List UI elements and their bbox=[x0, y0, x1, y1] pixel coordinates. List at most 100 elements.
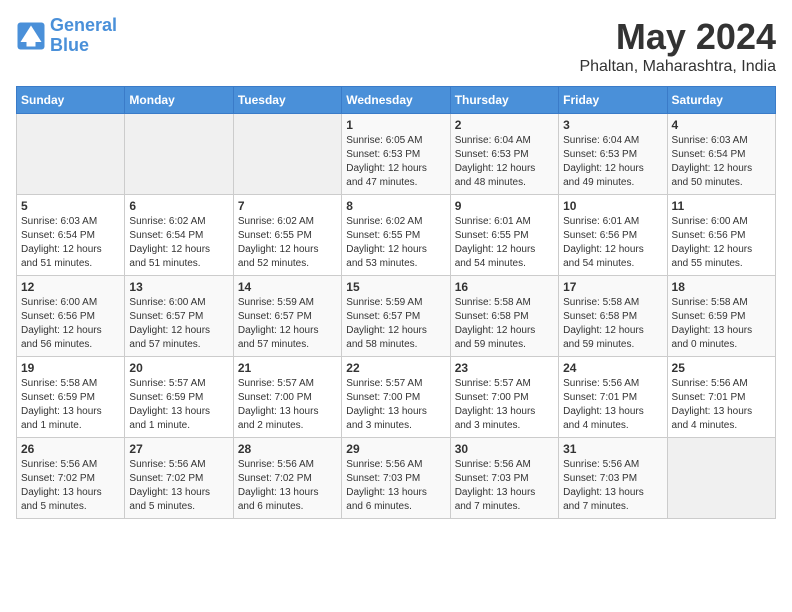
day-info: Sunrise: 5:58 AM Sunset: 6:59 PM Dayligh… bbox=[672, 296, 771, 352]
logo-icon bbox=[16, 21, 46, 51]
day-number: 28 bbox=[238, 442, 337, 456]
day-cell: 26 Sunrise: 5:56 AM Sunset: 7:02 PM Dayli… bbox=[17, 438, 125, 519]
day-info: Sunrise: 5:56 AM Sunset: 7:03 PM Dayligh… bbox=[455, 458, 554, 514]
page-header: General Blue May 2024 Phaltan, Maharasht… bbox=[16, 16, 776, 76]
day-info: Sunrise: 5:57 AM Sunset: 7:00 PM Dayligh… bbox=[238, 377, 337, 433]
day-cell: 5 Sunrise: 6:03 AM Sunset: 6:54 PM Daylig… bbox=[17, 195, 125, 276]
day-cell: 18 Sunrise: 5:58 AM Sunset: 6:59 PM Dayli… bbox=[667, 276, 775, 357]
day-info: Sunrise: 6:02 AM Sunset: 6:55 PM Dayligh… bbox=[238, 215, 337, 271]
day-cell: 19Sunrise: 5:58 AM Sunset: 6:59 PM Dayli… bbox=[17, 357, 125, 438]
week-row-1: 1 Sunrise: 6:05 AM Sunset: 6:53 PM Daylig… bbox=[17, 114, 776, 195]
day-info: Sunrise: 5:56 AM Sunset: 7:01 PM Dayligh… bbox=[563, 377, 662, 433]
day-cell: 14 Sunrise: 5:59 AM Sunset: 6:57 PM Dayli… bbox=[233, 276, 341, 357]
col-header-tuesday: Tuesday bbox=[233, 87, 341, 114]
logo-line1: General bbox=[50, 15, 117, 35]
day-number: 22 bbox=[346, 361, 445, 375]
col-header-saturday: Saturday bbox=[667, 87, 775, 114]
day-info: Sunrise: 5:58 AM Sunset: 6:58 PM Dayligh… bbox=[563, 296, 662, 352]
day-cell: 8 Sunrise: 6:02 AM Sunset: 6:55 PM Daylig… bbox=[342, 195, 450, 276]
day-number: 12 bbox=[21, 280, 120, 294]
day-cell: 15Sunrise: 5:59 AM Sunset: 6:57 PM Dayli… bbox=[342, 276, 450, 357]
day-info: Sunrise: 6:03 AM Sunset: 6:54 PM Dayligh… bbox=[21, 215, 120, 271]
col-header-monday: Monday bbox=[125, 87, 233, 114]
week-row-5: 26 Sunrise: 5:56 AM Sunset: 7:02 PM Dayli… bbox=[17, 438, 776, 519]
day-cell: 31Sunrise: 5:56 AM Sunset: 7:03 PM Dayli… bbox=[559, 438, 667, 519]
day-number: 20 bbox=[129, 361, 228, 375]
day-cell: 2Sunrise: 6:04 AM Sunset: 6:53 PM Daylig… bbox=[450, 114, 558, 195]
day-number: 14 bbox=[238, 280, 337, 294]
day-cell: 25 Sunrise: 5:56 AM Sunset: 7:01 PM Dayli… bbox=[667, 357, 775, 438]
day-number: 29 bbox=[346, 442, 445, 456]
day-cell: 9Sunrise: 6:01 AM Sunset: 6:55 PM Daylig… bbox=[450, 195, 558, 276]
day-number: 24 bbox=[563, 361, 662, 375]
day-number: 1 bbox=[346, 118, 445, 132]
day-cell: 29 Sunrise: 5:56 AM Sunset: 7:03 PM Dayli… bbox=[342, 438, 450, 519]
header-row: SundayMondayTuesdayWednesdayThursdayFrid… bbox=[17, 87, 776, 114]
day-cell bbox=[17, 114, 125, 195]
week-row-2: 5 Sunrise: 6:03 AM Sunset: 6:54 PM Daylig… bbox=[17, 195, 776, 276]
day-info: Sunrise: 5:56 AM Sunset: 7:02 PM Dayligh… bbox=[129, 458, 228, 514]
subtitle: Phaltan, Maharashtra, India bbox=[579, 58, 776, 76]
day-number: 18 bbox=[672, 280, 771, 294]
day-number: 11 bbox=[672, 199, 771, 213]
day-info: Sunrise: 6:04 AM Sunset: 6:53 PM Dayligh… bbox=[563, 134, 662, 190]
calendar-table: SundayMondayTuesdayWednesdayThursdayFrid… bbox=[16, 86, 776, 519]
day-info: Sunrise: 5:56 AM Sunset: 7:02 PM Dayligh… bbox=[21, 458, 120, 514]
day-info: Sunrise: 5:58 AM Sunset: 6:58 PM Dayligh… bbox=[455, 296, 554, 352]
day-info: Sunrise: 6:01 AM Sunset: 6:55 PM Dayligh… bbox=[455, 215, 554, 271]
day-info: Sunrise: 6:01 AM Sunset: 6:56 PM Dayligh… bbox=[563, 215, 662, 271]
day-number: 3 bbox=[563, 118, 662, 132]
day-cell: 11 Sunrise: 6:00 AM Sunset: 6:56 PM Dayli… bbox=[667, 195, 775, 276]
day-cell: 1 Sunrise: 6:05 AM Sunset: 6:53 PM Daylig… bbox=[342, 114, 450, 195]
day-number: 25 bbox=[672, 361, 771, 375]
logo: General Blue bbox=[16, 16, 117, 56]
day-cell: 7Sunrise: 6:02 AM Sunset: 6:55 PM Daylig… bbox=[233, 195, 341, 276]
day-number: 23 bbox=[455, 361, 554, 375]
day-info: Sunrise: 5:57 AM Sunset: 7:00 PM Dayligh… bbox=[346, 377, 445, 433]
logo-line2: Blue bbox=[50, 35, 89, 55]
day-info: Sunrise: 6:03 AM Sunset: 6:54 PM Dayligh… bbox=[672, 134, 771, 190]
day-cell: 24 Sunrise: 5:56 AM Sunset: 7:01 PM Dayli… bbox=[559, 357, 667, 438]
day-cell: 21 Sunrise: 5:57 AM Sunset: 7:00 PM Dayli… bbox=[233, 357, 341, 438]
day-cell: 13Sunrise: 6:00 AM Sunset: 6:57 PM Dayli… bbox=[125, 276, 233, 357]
day-cell: 17 Sunrise: 5:58 AM Sunset: 6:58 PM Dayli… bbox=[559, 276, 667, 357]
day-cell: 20Sunrise: 5:57 AM Sunset: 6:59 PM Dayli… bbox=[125, 357, 233, 438]
col-header-wednesday: Wednesday bbox=[342, 87, 450, 114]
col-header-sunday: Sunday bbox=[17, 87, 125, 114]
day-cell bbox=[125, 114, 233, 195]
day-cell: 23Sunrise: 5:57 AM Sunset: 7:00 PM Dayli… bbox=[450, 357, 558, 438]
day-cell bbox=[233, 114, 341, 195]
day-number: 15 bbox=[346, 280, 445, 294]
day-number: 5 bbox=[21, 199, 120, 213]
day-info: Sunrise: 6:00 AM Sunset: 6:56 PM Dayligh… bbox=[672, 215, 771, 271]
logo-text: General Blue bbox=[50, 16, 117, 56]
day-number: 8 bbox=[346, 199, 445, 213]
week-row-4: 19Sunrise: 5:58 AM Sunset: 6:59 PM Dayli… bbox=[17, 357, 776, 438]
day-number: 6 bbox=[129, 199, 228, 213]
day-cell: 12 Sunrise: 6:00 AM Sunset: 6:56 PM Dayli… bbox=[17, 276, 125, 357]
day-info: Sunrise: 5:59 AM Sunset: 6:57 PM Dayligh… bbox=[238, 296, 337, 352]
day-info: Sunrise: 6:00 AM Sunset: 6:57 PM Dayligh… bbox=[129, 296, 228, 352]
col-header-friday: Friday bbox=[559, 87, 667, 114]
day-info: Sunrise: 6:05 AM Sunset: 6:53 PM Dayligh… bbox=[346, 134, 445, 190]
day-cell: 3 Sunrise: 6:04 AM Sunset: 6:53 PM Daylig… bbox=[559, 114, 667, 195]
day-cell: 30 Sunrise: 5:56 AM Sunset: 7:03 PM Dayli… bbox=[450, 438, 558, 519]
day-info: Sunrise: 6:02 AM Sunset: 6:55 PM Dayligh… bbox=[346, 215, 445, 271]
day-number: 26 bbox=[21, 442, 120, 456]
week-row-3: 12 Sunrise: 6:00 AM Sunset: 6:56 PM Dayli… bbox=[17, 276, 776, 357]
day-number: 21 bbox=[238, 361, 337, 375]
day-number: 2 bbox=[455, 118, 554, 132]
day-number: 27 bbox=[129, 442, 228, 456]
col-header-thursday: Thursday bbox=[450, 87, 558, 114]
title-block: May 2024 Phaltan, Maharashtra, India bbox=[579, 16, 776, 76]
day-info: Sunrise: 5:58 AM Sunset: 6:59 PM Dayligh… bbox=[21, 377, 120, 433]
day-cell: 16Sunrise: 5:58 AM Sunset: 6:58 PM Dayli… bbox=[450, 276, 558, 357]
day-cell: 6Sunrise: 6:02 AM Sunset: 6:54 PM Daylig… bbox=[125, 195, 233, 276]
day-number: 4 bbox=[672, 118, 771, 132]
day-number: 30 bbox=[455, 442, 554, 456]
day-info: Sunrise: 5:56 AM Sunset: 7:01 PM Dayligh… bbox=[672, 377, 771, 433]
day-info: Sunrise: 6:00 AM Sunset: 6:56 PM Dayligh… bbox=[21, 296, 120, 352]
day-info: Sunrise: 5:56 AM Sunset: 7:03 PM Dayligh… bbox=[563, 458, 662, 514]
day-info: Sunrise: 5:56 AM Sunset: 7:03 PM Dayligh… bbox=[346, 458, 445, 514]
day-number: 17 bbox=[563, 280, 662, 294]
